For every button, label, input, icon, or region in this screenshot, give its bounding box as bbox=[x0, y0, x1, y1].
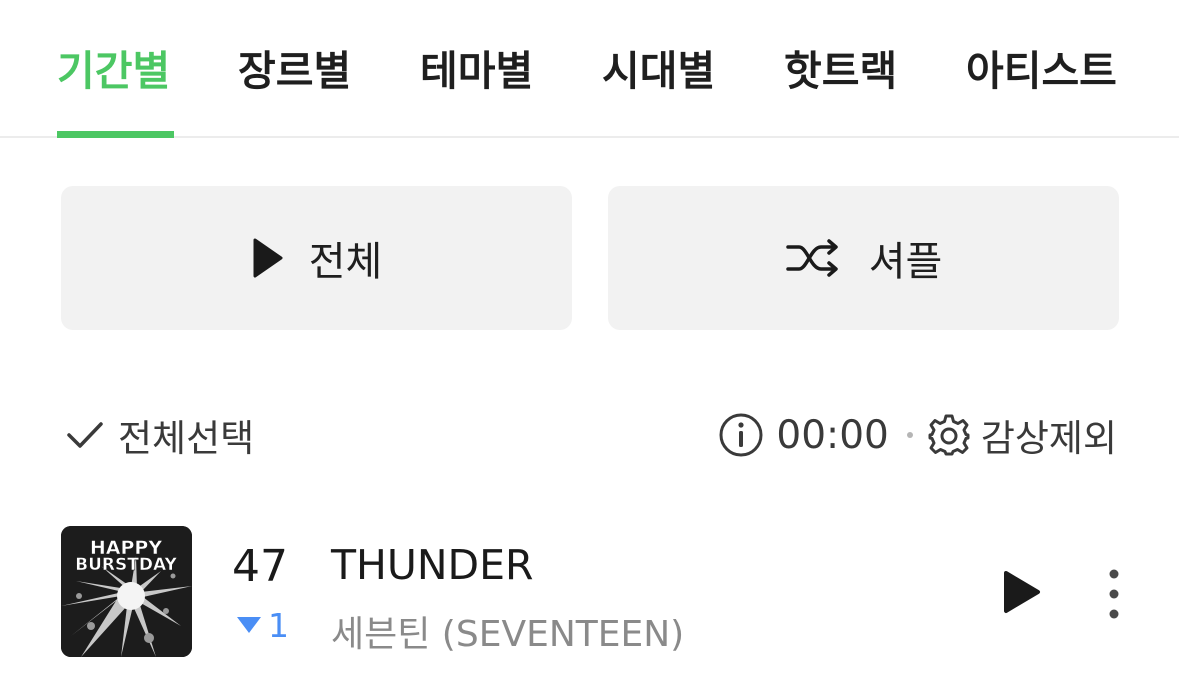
select-all-button[interactable]: 전체선택 bbox=[66, 405, 254, 465]
check-icon bbox=[67, 422, 103, 448]
tab-hot-track[interactable]: 핫트랙 bbox=[784, 44, 897, 98]
play-all-button[interactable]: 전체 bbox=[61, 186, 572, 330]
rank-change: 1 bbox=[236, 605, 289, 645]
exclude-from-listening-label[interactable]: 감상제외 bbox=[981, 408, 1117, 462]
album-art-image: HAPPY BURSTDAY bbox=[61, 526, 192, 657]
separator-dot bbox=[906, 432, 913, 438]
gear-icon[interactable] bbox=[927, 413, 971, 457]
tab-bar: 기간별 장르별 테마별 시대별 핫트랙 아티스트 bbox=[0, 0, 1179, 138]
cover-text-line2: BURSTDAY bbox=[75, 555, 177, 575]
rank-down-arrow-icon bbox=[237, 617, 261, 633]
artist-name[interactable]: 세븐틴 (SEVENTEEN) bbox=[331, 605, 684, 657]
rank-change-value: 1 bbox=[268, 605, 289, 645]
shuffle-button[interactable]: 셔플 bbox=[608, 186, 1119, 330]
list-toolbar: 전체선택 00:00 감상제외 bbox=[0, 405, 1179, 465]
play-icon bbox=[253, 238, 283, 278]
active-tab-indicator bbox=[57, 131, 174, 138]
chart-track-row[interactable]: HAPPY BURSTDAY 47 1 THUNDER 세븐틴 (SEVENTE… bbox=[0, 525, 1179, 659]
more-options-icon[interactable] bbox=[1100, 567, 1128, 621]
toolbar-right: 00:00 감상제외 bbox=[718, 405, 1117, 465]
total-duration: 00:00 bbox=[776, 412, 889, 458]
play-all-label: 전체 bbox=[308, 239, 383, 285]
shuffle-icon bbox=[785, 239, 838, 277]
album-cover[interactable]: HAPPY BURSTDAY bbox=[61, 526, 192, 657]
shuffle-label: 셔플 bbox=[868, 239, 943, 285]
tab-artist[interactable]: 아티스트 bbox=[966, 44, 1117, 98]
tab-by-genre[interactable]: 장르별 bbox=[238, 44, 351, 98]
tab-by-theme[interactable]: 테마별 bbox=[420, 44, 533, 98]
song-title[interactable]: THUNDER bbox=[331, 541, 534, 589]
tab-by-period[interactable]: 기간별 bbox=[57, 44, 170, 98]
info-icon[interactable] bbox=[718, 412, 764, 458]
select-all-label: 전체선택 bbox=[118, 417, 255, 460]
tab-by-era[interactable]: 시대별 bbox=[602, 44, 715, 98]
play-track-icon[interactable] bbox=[1000, 569, 1044, 615]
chart-rank: 47 bbox=[232, 541, 288, 592]
